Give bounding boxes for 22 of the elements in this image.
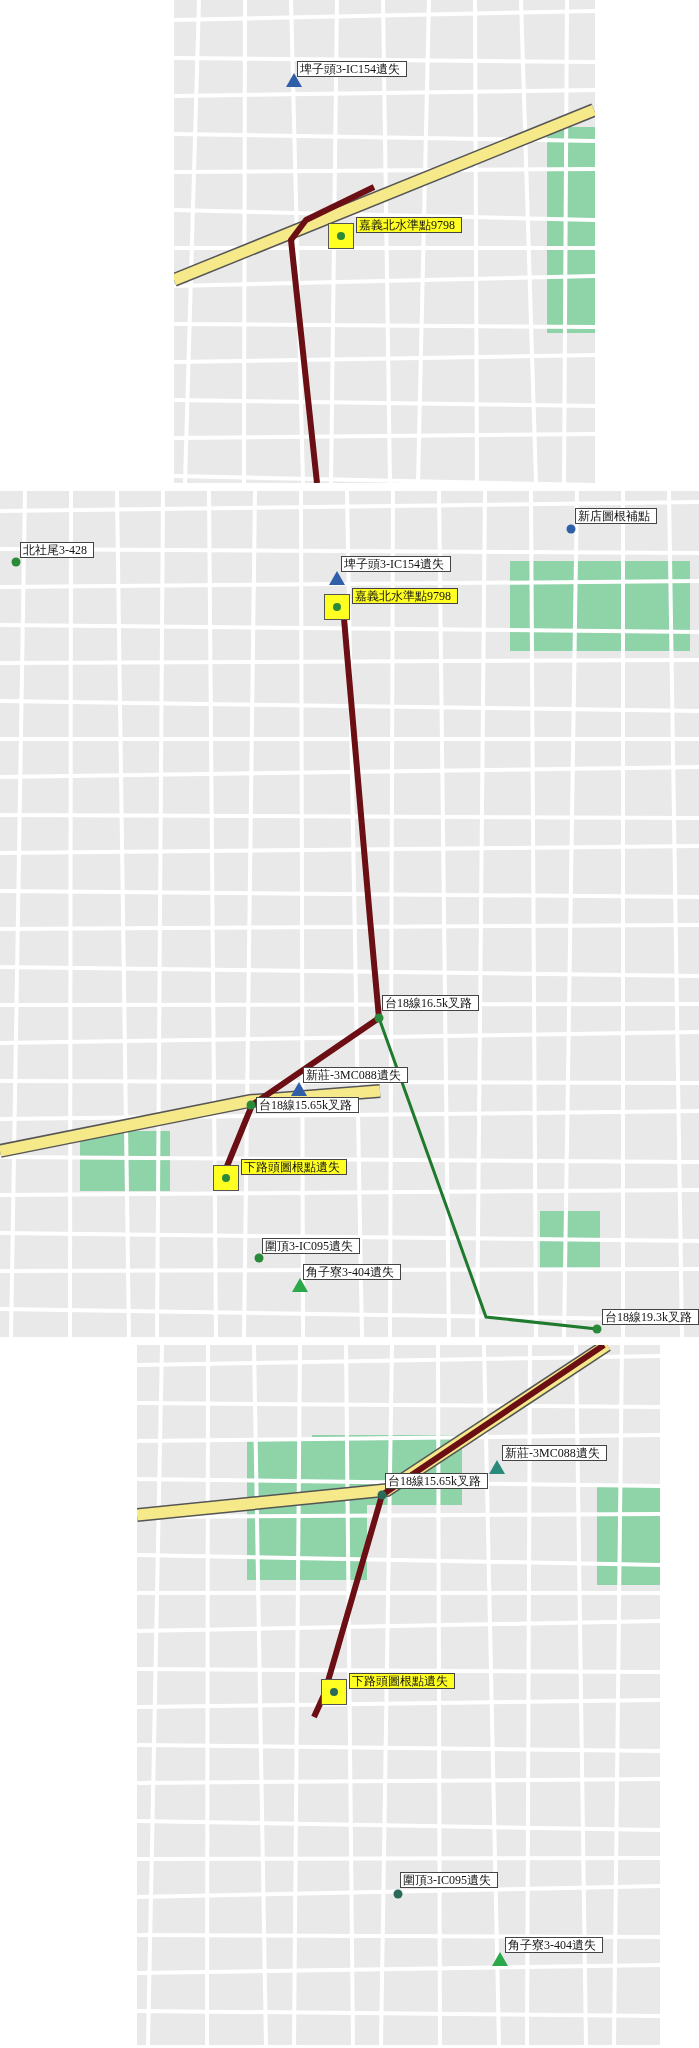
waypoint-label: 角子寮3-404遺失: [303, 1264, 401, 1280]
waypoint-label: 圍頂3-IC095遺失: [262, 1238, 360, 1254]
square-marker-icon: [213, 1165, 239, 1191]
waypoint-label: 下路頭圖根點遺失: [349, 1673, 455, 1689]
waypoint-label: 台18線19.3k叉路: [602, 1309, 699, 1325]
waypoint-label: 台18線16.5k叉路: [382, 995, 479, 1011]
square-marker-icon: [324, 594, 350, 620]
square-marker-icon: [328, 223, 354, 249]
square-marker-icon: [321, 1679, 347, 1705]
waypoint-label: 新莊-3MC088遺失: [303, 1067, 408, 1083]
waypoint-label: 圍頂3-IC095遺失: [400, 1872, 498, 1888]
waypoint-label: 下路頭圖根點遺失: [241, 1159, 347, 1175]
waypoint-label: 埤子頭3-IC154遺失: [341, 556, 451, 572]
waypoint-label: 北社尾3-428: [20, 542, 94, 558]
waypoint-label: 嘉義北水準點9798: [352, 588, 458, 604]
waypoint-label: 新店圖根補點: [575, 508, 657, 524]
waypoint-label: 角子寮3-404遺失: [505, 1937, 603, 1953]
waypoint-label: 台18線15.65k叉路: [256, 1097, 359, 1113]
waypoint-label: 新莊-3MC088遺失: [502, 1445, 607, 1461]
waypoint-label: 埤子頭3-IC154遺失: [297, 61, 407, 77]
waypoint-label: 嘉義北水準點9798: [356, 217, 462, 233]
waypoint-label: 台18線15.65k叉路: [385, 1473, 488, 1489]
